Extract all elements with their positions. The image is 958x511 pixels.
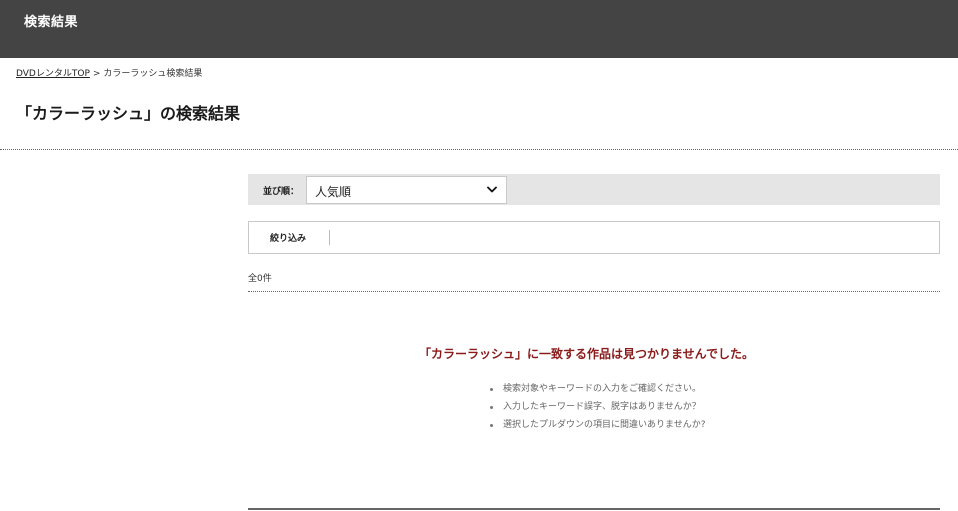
breadcrumb-current: カラーラッシュ検索結果 bbox=[103, 69, 203, 79]
sort-label: 並び順： bbox=[263, 187, 300, 197]
sort-bar: 並び順： 人気順 bbox=[248, 174, 940, 205]
no-result-message: 「カラーラッシュ」に一致する作品は見つかりませんでした。 bbox=[419, 347, 755, 361]
breadcrumb-home-link[interactable]: DVDレンタルTOP bbox=[16, 69, 90, 79]
list-item: 検索対象やキーワードの入力をご確認ください。 bbox=[489, 380, 706, 398]
sort-select-value: 人気順 bbox=[315, 185, 352, 199]
search-hints-list: 検索対象やキーワードの入力をご確認ください。 入力したキーワード誤字、脱字はあり… bbox=[489, 380, 706, 434]
filter-separator bbox=[329, 230, 330, 245]
header-title: 検索結果 bbox=[24, 15, 79, 30]
page-title: 「カラーラッシュ」の検索結果 bbox=[16, 104, 241, 123]
breadcrumb: DVDレンタルTOP > カラーラッシュ検索結果 bbox=[16, 66, 202, 79]
list-item: 選択したプルダウンの項目に間違いありませんか? bbox=[489, 416, 706, 434]
chevron-down-icon bbox=[487, 186, 497, 193]
result-count: 全0件 bbox=[248, 274, 272, 284]
results-divider bbox=[248, 291, 940, 292]
filter-box: 絞り込み bbox=[248, 221, 940, 254]
header-divider bbox=[0, 149, 958, 150]
page-header: 検索結果 bbox=[0, 0, 958, 58]
breadcrumb-separator: > bbox=[92, 69, 101, 79]
content-bottom-divider bbox=[248, 508, 940, 510]
filter-button[interactable]: 絞り込み bbox=[270, 231, 306, 244]
sort-select[interactable]: 人気順 bbox=[306, 176, 507, 204]
list-item: 入力したキーワード誤字、脱字はありませんか？ bbox=[489, 398, 706, 416]
